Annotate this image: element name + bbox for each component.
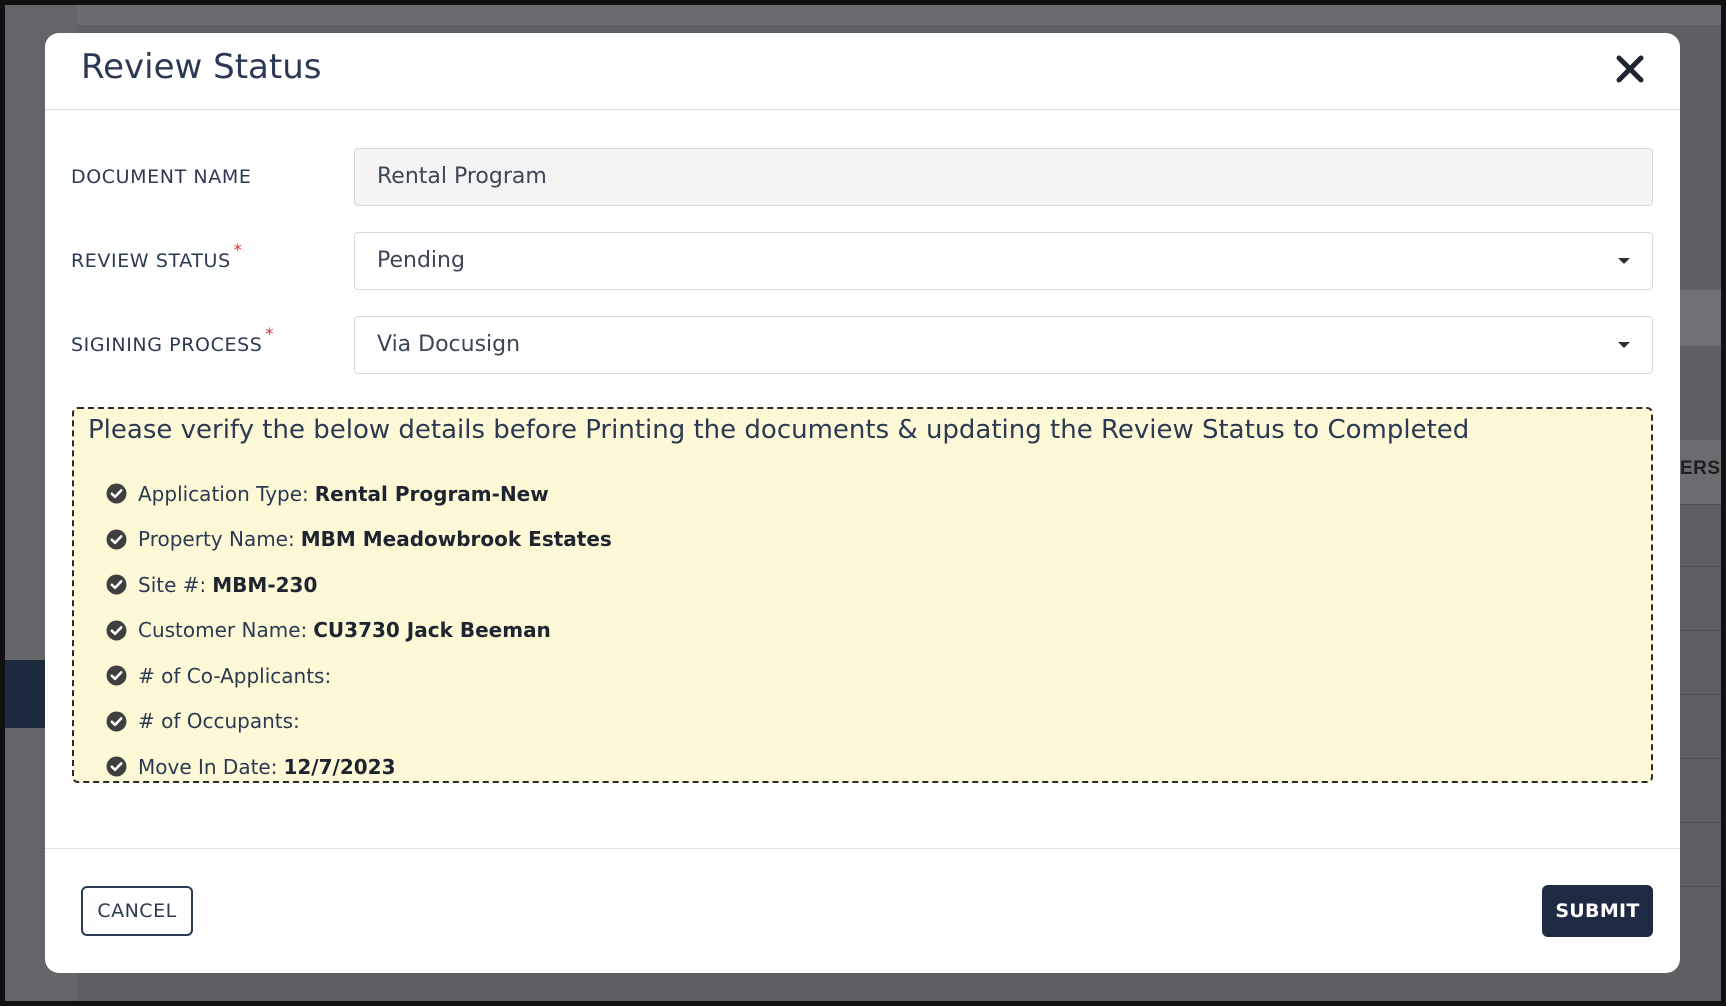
- background-toolbar: [1680, 290, 1726, 346]
- review-status-value: Pending: [377, 248, 465, 273]
- item-label: Site #:: [138, 572, 207, 597]
- background-table-row-divider: [1680, 822, 1726, 823]
- check-circle-icon: [106, 574, 127, 595]
- list-item: Site #: MBM-230: [106, 562, 612, 608]
- review-status-row: REVIEW STATUS* Pending: [45, 232, 1680, 292]
- list-item: Property Name: MBM Meadowbrook Estates: [106, 517, 612, 563]
- background-column-header: ERS: [1680, 458, 1721, 479]
- check-circle-icon: [106, 620, 127, 641]
- signing-process-select[interactable]: Via Docusign: [354, 316, 1653, 374]
- item-value: Rental Program-New: [314, 481, 549, 506]
- verification-notice: Please verify the below details before P…: [72, 407, 1653, 783]
- close-icon: [1616, 55, 1644, 83]
- item-value: MBM Meadowbrook Estates: [300, 527, 612, 552]
- chevron-down-icon: [1618, 258, 1630, 264]
- check-circle-icon: [106, 529, 127, 550]
- background-header: [77, 5, 1721, 25]
- signing-process-label: SIGINING PROCESS*: [71, 324, 274, 356]
- item-value: 12/7/2023: [283, 754, 396, 779]
- document-name-label: DOCUMENT NAME: [71, 166, 252, 188]
- required-marker: *: [233, 240, 243, 259]
- signing-process-row: SIGINING PROCESS* Via Docusign: [45, 316, 1680, 376]
- check-circle-icon: [106, 483, 127, 504]
- notice-title: Please verify the below details before P…: [88, 415, 1470, 445]
- list-item: Application Type: Rental Program-New: [106, 471, 612, 517]
- check-circle-icon: [106, 756, 127, 777]
- document-name-row: DOCUMENT NAME Rental Program: [45, 148, 1680, 208]
- check-circle-icon: [106, 665, 127, 686]
- check-circle-icon: [106, 711, 127, 732]
- review-status-select[interactable]: Pending: [354, 232, 1653, 290]
- background-table-row-divider: [1680, 630, 1726, 631]
- item-label: Application Type:: [138, 481, 309, 506]
- item-label: Property Name:: [138, 527, 295, 552]
- signing-process-value: Via Docusign: [377, 332, 521, 357]
- close-button[interactable]: [1612, 51, 1648, 87]
- list-item: # of Co-Applicants:: [106, 653, 612, 699]
- review-status-label: REVIEW STATUS*: [71, 240, 243, 272]
- item-value: MBM-230: [212, 572, 318, 597]
- item-label: # of Occupants:: [138, 709, 300, 734]
- item-label: Customer Name:: [138, 618, 308, 643]
- background-table-row-divider: [1680, 504, 1726, 505]
- list-item: # of Occupants:: [106, 699, 612, 745]
- modal-footer: CANCEL SUBMIT: [45, 848, 1680, 973]
- list-item: Move In Date: 12/7/2023: [106, 744, 612, 790]
- verification-list: Application Type: Rental Program-New Prop…: [106, 471, 612, 790]
- modal-title: Review Status: [81, 47, 322, 87]
- background-table-row-divider: [1680, 758, 1726, 759]
- background-table-row-divider: [1680, 566, 1726, 567]
- submit-button[interactable]: SUBMIT: [1542, 885, 1653, 937]
- item-value: CU3730 Jack Beeman: [313, 618, 551, 643]
- background-table-row-divider: [1680, 886, 1726, 887]
- chevron-down-icon: [1618, 342, 1630, 348]
- item-label: # of Co-Applicants:: [138, 663, 332, 688]
- item-label: Move In Date:: [138, 754, 278, 779]
- cancel-button[interactable]: CANCEL: [81, 886, 193, 936]
- required-marker: *: [265, 324, 274, 343]
- background-table-row-divider: [1680, 694, 1726, 695]
- modal-header: Review Status: [45, 33, 1680, 110]
- review-status-modal: Review Status DOCUMENT NAME Rental Progr…: [45, 33, 1680, 973]
- list-item: Customer Name: CU3730 Jack Beeman: [106, 608, 612, 654]
- document-name-field[interactable]: Rental Program: [354, 148, 1653, 206]
- background-sidebar-active-item: [5, 660, 45, 728]
